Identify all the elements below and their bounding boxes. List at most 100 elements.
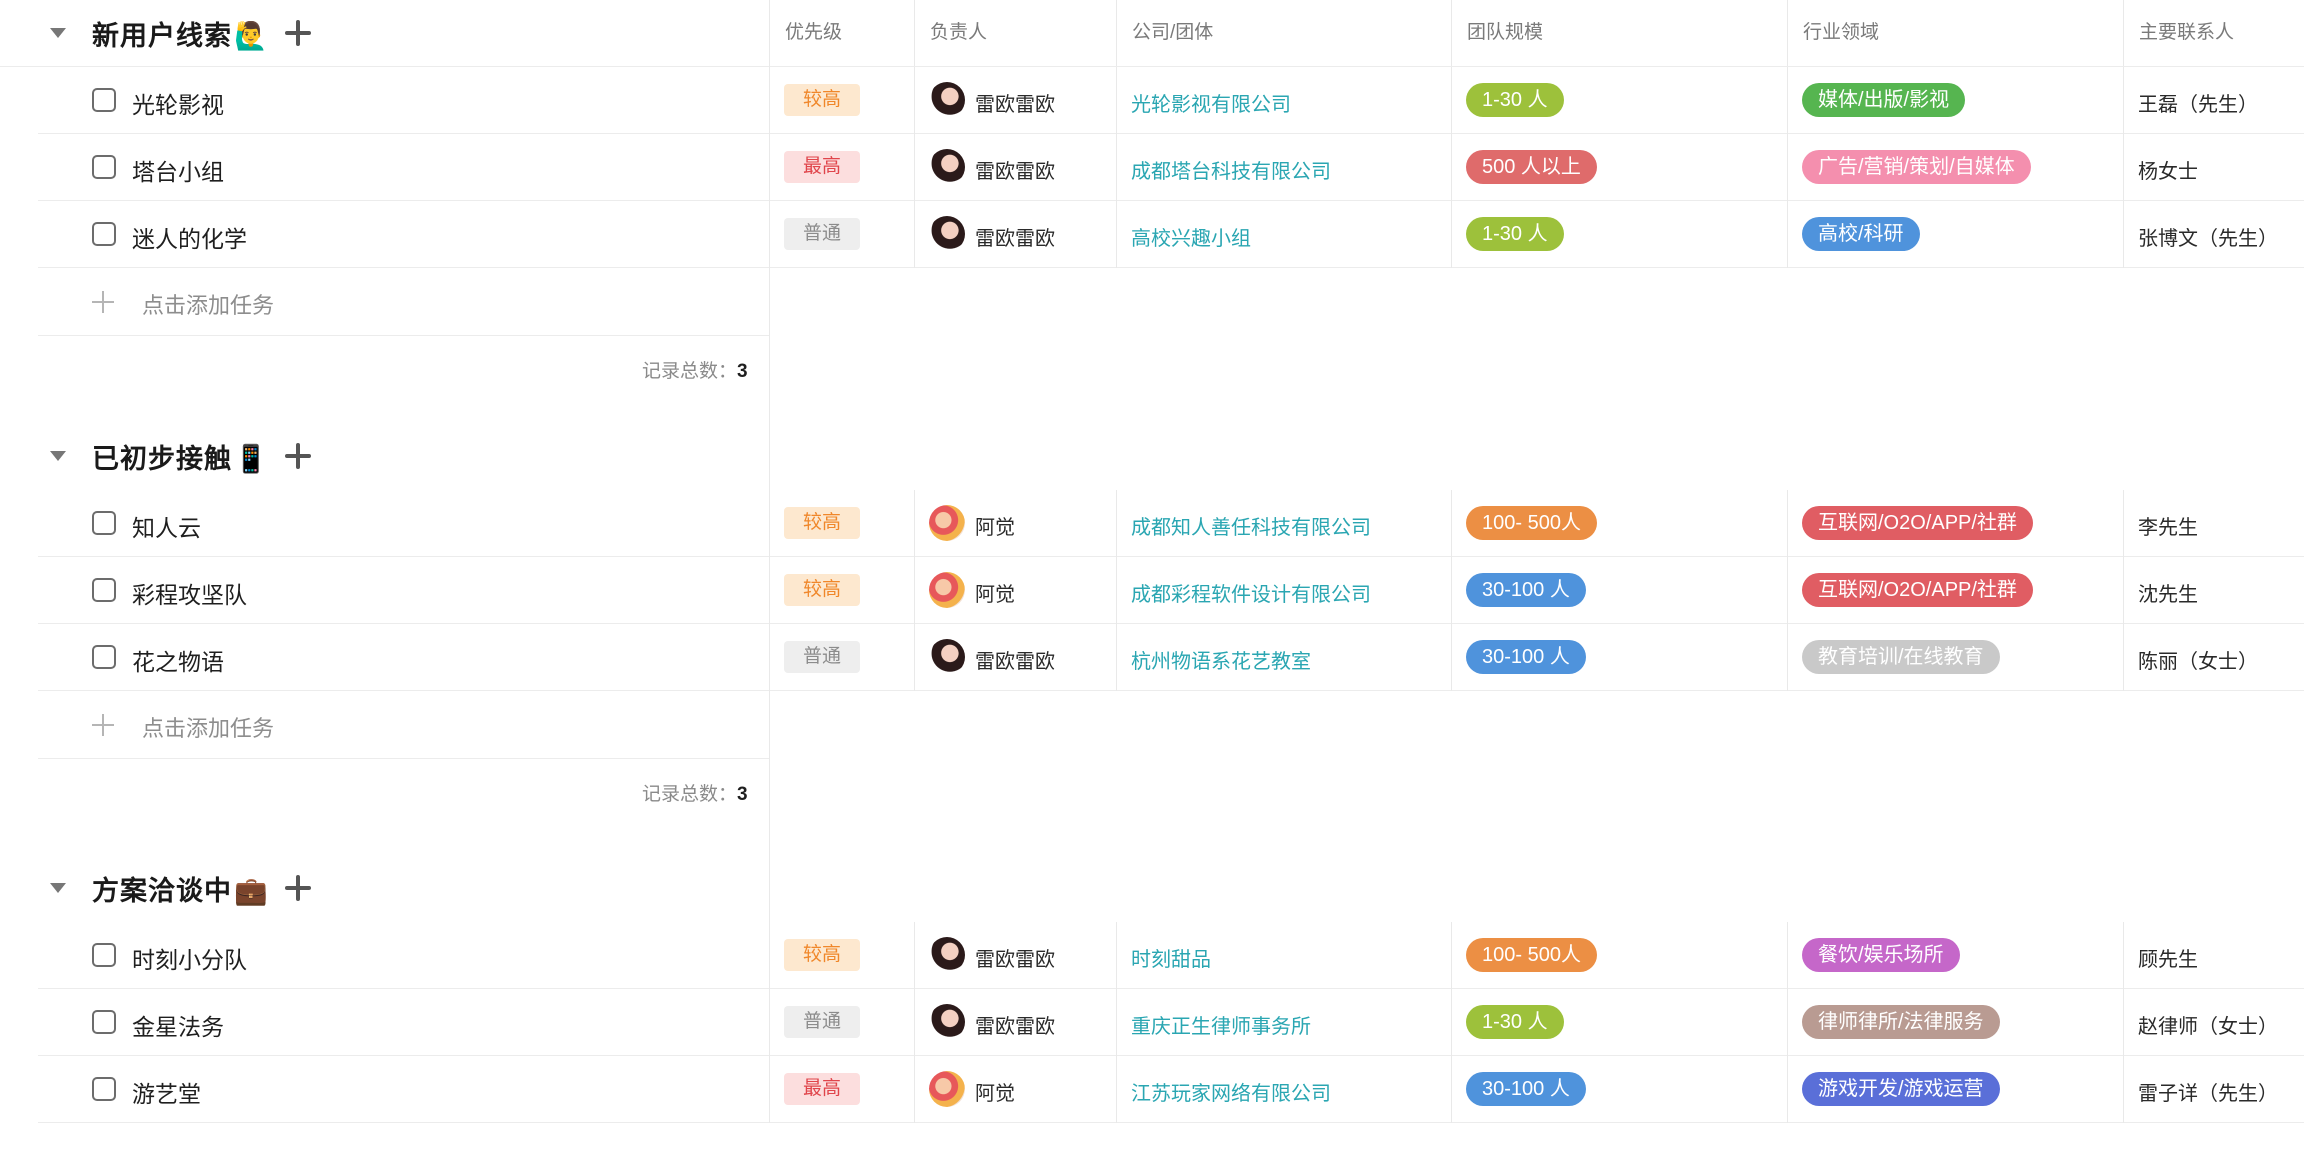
add-task-plus-icon[interactable] (92, 714, 114, 736)
owner-name[interactable]: 阿觉 (975, 1077, 1015, 1106)
industry-tag[interactable]: 教育培训/在线教育 (1802, 640, 2000, 674)
company-link[interactable]: 成都塔台科技有限公司 (1131, 155, 1331, 184)
owner-name[interactable]: 雷欧雷欧 (975, 1010, 1055, 1039)
team-size-tag[interactable]: 100- 500人 (1466, 938, 1597, 972)
task-name[interactable]: 花之物语 (132, 643, 224, 677)
team-size-tag[interactable]: 30-100 人 (1466, 1072, 1586, 1106)
add-task-row[interactable]: 点击添加任务 (38, 691, 769, 759)
table-row[interactable]: 游艺堂 最高 阿觉 江苏玩家网络有限公司 30-100 人 游戏开发/游戏运营 雷子详（先生… (38, 1056, 2304, 1123)
task-checkbox[interactable] (92, 155, 116, 179)
company-link[interactable]: 成都知人善任科技有限公司 (1131, 511, 1371, 540)
owner-name[interactable]: 雷欧雷欧 (975, 645, 1055, 674)
table-row[interactable]: 金星法务 普通 雷欧雷欧 重庆正生律师事务所 1-30 人 律师律所/法律服务 赵律师（女士… (38, 989, 2304, 1056)
industry-tag[interactable]: 互联网/O2O/APP/社群 (1802, 506, 2033, 540)
contact-name[interactable]: 张博文（先生） (2138, 222, 2278, 251)
priority-badge[interactable]: 较高 (784, 939, 861, 971)
contact-name[interactable]: 陈丽（女士） (2138, 645, 2258, 674)
table-row[interactable]: 迷人的化学 普通 雷欧雷欧 高校兴趣小组 1-30 人 高校/科研 张博文（先生） (38, 201, 2304, 268)
col-contact[interactable]: 主要联系人 (2123, 0, 2304, 66)
task-checkbox[interactable] (92, 222, 116, 246)
industry-tag[interactable]: 媒体/出版/影视 (1802, 83, 1966, 117)
add-task-plus-icon[interactable] (92, 291, 114, 313)
add-group-item-icon[interactable] (285, 443, 311, 469)
priority-badge[interactable]: 最高 (784, 151, 861, 183)
col-company[interactable]: 公司/团体 (1116, 0, 1451, 66)
priority-badge[interactable]: 较高 (784, 84, 861, 116)
table-row[interactable]: 塔台小组 最高 雷欧雷欧 成都塔台科技有限公司 500 人以上 广告/营销/策划/自媒体 杨… (38, 134, 2304, 201)
company-link[interactable]: 江苏玩家网络有限公司 (1131, 1077, 1331, 1106)
contact-name[interactable]: 沈先生 (2138, 578, 2198, 607)
industry-tag[interactable]: 高校/科研 (1802, 217, 1920, 251)
contact-name[interactable]: 李先生 (2138, 511, 2198, 540)
task-checkbox[interactable] (92, 1010, 116, 1034)
contact-name[interactable]: 顾先生 (2138, 943, 2198, 972)
col-owner[interactable]: 负责人 (914, 0, 1116, 66)
task-name[interactable]: 迷人的化学 (132, 220, 247, 254)
table-row[interactable]: 知人云 较高 阿觉 成都知人善任科技有限公司 100- 500人 互联网/O2O/APP/… (38, 490, 2304, 557)
team-size-tag[interactable]: 1-30 人 (1466, 83, 1564, 117)
owner-name[interactable]: 雷欧雷欧 (975, 222, 1055, 251)
company-link[interactable]: 重庆正生律师事务所 (1131, 1010, 1311, 1039)
owner-name[interactable]: 阿觉 (975, 511, 1015, 540)
industry-tag[interactable]: 广告/营销/策划/自媒体 (1802, 150, 2031, 184)
company-link[interactable]: 成都彩程软件设计有限公司 (1131, 578, 1371, 607)
table-row[interactable]: 彩程攻坚队 较高 阿觉 成都彩程软件设计有限公司 30-100 人 互联网/O2O/APP… (38, 557, 2304, 624)
task-checkbox[interactable] (92, 645, 116, 669)
industry-tag[interactable]: 律师律所/法律服务 (1802, 1005, 2000, 1039)
priority-badge[interactable]: 普通 (784, 1006, 861, 1038)
task-checkbox[interactable] (92, 511, 116, 535)
contact-name[interactable]: 王磊（先生） (2138, 88, 2258, 117)
task-name[interactable]: 时刻小分队 (132, 941, 247, 975)
priority-badge[interactable]: 较高 (784, 507, 861, 539)
task-checkbox[interactable] (92, 943, 116, 967)
collapse-caret-icon[interactable] (50, 451, 66, 461)
contact-name[interactable]: 雷子详（先生） (2138, 1077, 2278, 1106)
col-industry[interactable]: 行业领域 (1787, 0, 2123, 66)
col-priority[interactable]: 优先级 (769, 0, 914, 66)
owner-name[interactable]: 雷欧雷欧 (975, 88, 1055, 117)
column-divider (2123, 67, 2124, 134)
collapse-caret-icon[interactable] (50, 28, 66, 38)
add-task-label[interactable]: 点击添加任务 (142, 711, 274, 743)
owner-name[interactable]: 雷欧雷欧 (975, 943, 1055, 972)
owner-name[interactable]: 雷欧雷欧 (975, 155, 1055, 184)
add-task-label[interactable]: 点击添加任务 (142, 288, 274, 320)
table-row[interactable]: 光轮影视 较高 雷欧雷欧 光轮影视有限公司 1-30 人 媒体/出版/影视 王磊（先生） (38, 67, 2304, 134)
collapse-caret-icon[interactable] (50, 883, 66, 893)
task-checkbox[interactable] (92, 578, 116, 602)
team-size-tag[interactable]: 1-30 人 (1466, 1005, 1564, 1039)
task-name[interactable]: 光轮影视 (132, 86, 224, 120)
priority-badge[interactable]: 普通 (784, 218, 861, 250)
task-checkbox[interactable] (92, 1077, 116, 1101)
industry-tag[interactable]: 游戏开发/游戏运营 (1802, 1072, 2000, 1106)
contact-name[interactable]: 杨女士 (2138, 155, 2198, 184)
task-name[interactable]: 游艺堂 (132, 1075, 201, 1109)
task-name[interactable]: 知人云 (132, 509, 201, 543)
add-task-row[interactable]: 点击添加任务 (38, 268, 769, 336)
task-checkbox[interactable] (92, 88, 116, 112)
industry-tag[interactable]: 餐饮/娱乐场所 (1802, 938, 1960, 972)
task-name[interactable]: 金星法务 (132, 1008, 224, 1042)
table-row[interactable]: 时刻小分队 较高 雷欧雷欧 时刻甜品 100- 500人 餐饮/娱乐场所 顾先生 (38, 922, 2304, 989)
company-link[interactable]: 时刻甜品 (1131, 943, 1211, 972)
company-link[interactable]: 杭州物语系花艺教室 (1131, 645, 1311, 674)
industry-tag[interactable]: 互联网/O2O/APP/社群 (1802, 573, 2033, 607)
priority-badge[interactable]: 最高 (784, 1073, 861, 1105)
task-name[interactable]: 塔台小组 (132, 153, 224, 187)
team-size-tag[interactable]: 1-30 人 (1466, 217, 1564, 251)
contact-name[interactable]: 赵律师（女士） (2138, 1010, 2278, 1039)
table-row[interactable]: 花之物语 普通 雷欧雷欧 杭州物语系花艺教室 30-100 人 教育培训/在线教育 陈丽（女… (38, 624, 2304, 691)
priority-badge[interactable]: 普通 (784, 641, 861, 673)
team-size-tag[interactable]: 30-100 人 (1466, 640, 1586, 674)
owner-name[interactable]: 阿觉 (975, 578, 1015, 607)
team-size-tag[interactable]: 30-100 人 (1466, 573, 1586, 607)
task-name[interactable]: 彩程攻坚队 (132, 576, 247, 610)
company-link[interactable]: 高校兴趣小组 (1131, 222, 1251, 251)
team-size-tag[interactable]: 500 人以上 (1466, 150, 1597, 184)
priority-badge[interactable]: 较高 (784, 574, 861, 606)
col-team-size[interactable]: 团队规模 (1451, 0, 1787, 66)
company-link[interactable]: 光轮影视有限公司 (1131, 88, 1291, 117)
team-size-tag[interactable]: 100- 500人 (1466, 506, 1597, 540)
add-group-item-icon[interactable] (285, 20, 311, 46)
add-group-item-icon[interactable] (285, 875, 311, 901)
